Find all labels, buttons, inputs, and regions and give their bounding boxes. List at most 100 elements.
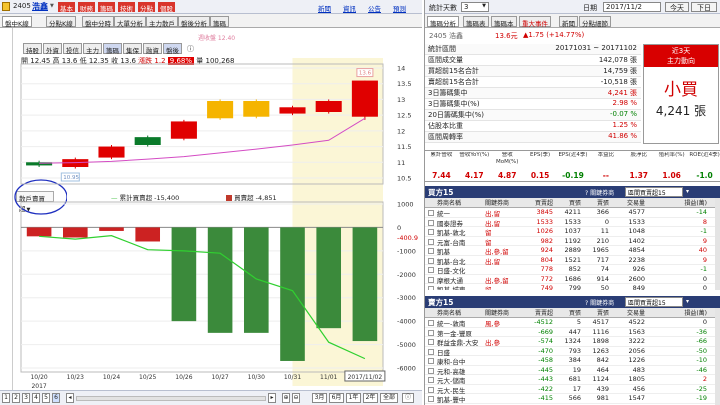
tab-chip-table[interactable]: 籌碼表 [463,16,489,28]
row-checkbox[interactable] [428,386,434,393]
row-checkbox[interactable] [428,348,434,355]
table-row[interactable]: 凱基-敦北留 1026 1037 11 1048 -1 [425,227,715,237]
sell-range-select[interactable]: 區間買賣超15 [625,297,683,307]
date-field[interactable]: 2017/11/2 [603,2,661,12]
broker-name[interactable]: 國泰證券 [437,218,483,228]
tab-chips[interactable]: 籌碼 [210,16,229,28]
btn-tech[interactable]: 技術 [118,2,135,13]
row-checkbox[interactable] [428,229,434,235]
row-checkbox[interactable] [428,320,434,326]
table-row[interactable]: 群益金鼎-大安 出,參 -574 1324 1898 3222 -66 [425,337,715,347]
scrollbar[interactable] [76,396,266,401]
page-1[interactable]: 1 [2,393,10,403]
page-4[interactable]: 4 [32,393,40,403]
broker-name[interactable]: 群益金鼎-大安 [437,337,483,347]
zoom-out-icon[interactable]: ⊖ [292,393,300,403]
tab-big-order[interactable]: 大單分析 [114,16,146,28]
btn-chips[interactable]: 籌碼 [98,2,115,13]
buy-scrollbar[interactable] [715,198,720,290]
tab-chip-analysis[interactable]: 籌碼分析 [427,16,459,28]
tab-main-retail[interactable]: 主力散戶 [146,16,178,28]
btn-stock[interactable]: 個股 [158,2,175,13]
table-row[interactable]: 元和-高雄 -445 19 464 483 -46 [425,366,715,376]
table-row[interactable]: 凱基 出,參,留 924 2889 1965 4854 40 [425,246,715,256]
table-row[interactable]: 元大-民生 -422 17 439 456 -25 [425,385,715,395]
row-checkbox[interactable] [428,276,434,283]
broker-name[interactable]: 凱基-台北 [437,256,483,266]
tab-branch-detail[interactable]: 分點細節 [579,16,611,28]
sell-key-broker-toggle[interactable]: ? 關鍵券商 [585,298,614,307]
stat-days-select[interactable]: 3 ▼ [461,2,489,12]
table-row[interactable]: 凱基-城東留 749 799 50 849 0 [425,284,715,290]
page-6[interactable]: 6 [52,393,60,403]
sell-scrollbar[interactable] [715,308,720,405]
row-checkbox[interactable] [428,238,434,245]
table-row[interactable]: 元大-儲南 -443 681 1124 1805 2 [425,375,715,385]
row-checkbox[interactable] [428,248,434,254]
table-row[interactable]: 元富-台南留 982 1192 210 1402 9 [425,237,715,247]
scroll-right-icon[interactable]: ▸ [268,393,276,403]
buy-expand-icon[interactable]: ▾ [686,188,689,195]
broker-name[interactable]: 元和-高雄 [437,366,483,376]
range-6m[interactable]: 6月 [329,393,344,403]
tab-intraday-k[interactable]: 盤中K線 [2,16,32,28]
table-row[interactable]: 國泰證券 出,留 1533 1533 0 1533 8 [425,218,715,228]
tab-intraday-time[interactable]: 盤中分時 [82,16,114,28]
broker-name[interactable]: 統一-敦南 [437,318,483,328]
table-row[interactable]: 康和-台中 -458 384 842 1226 -10 [425,356,715,366]
row-checkbox[interactable] [428,329,434,336]
menu-icon[interactable] [2,2,10,11]
zoom-in-icon[interactable]: ⊕ [282,393,290,403]
broker-name[interactable]: 第一金-豐原 [437,328,483,338]
page-3[interactable]: 3 [22,393,30,403]
broker-name[interactable]: 凱基-豐中 [437,394,483,404]
scroll-left-icon[interactable]: ◂ [66,393,74,403]
row-checkbox[interactable] [428,219,434,226]
range-1y[interactable]: 1年 [346,393,361,403]
table-row[interactable]: 摩根大通 出,參,留 772 1686 914 2600 0 [425,275,715,285]
row-checkbox[interactable] [428,257,434,264]
buy-range-select[interactable]: 區間買賣超15 [625,187,683,197]
tab-news[interactable]: 新聞 [559,16,578,28]
broker-name[interactable]: 日盛-文化 [437,265,483,275]
row-checkbox[interactable] [428,267,434,273]
broker-name[interactable]: 凱基-城東 [437,284,483,290]
link-forecast[interactable]: 預測 [393,3,406,13]
table-row[interactable]: 凱基-台北 出,留 804 1521 717 2238 9 [425,256,715,266]
broker-name[interactable]: 元富-台南 [437,237,483,247]
row-checkbox[interactable] [428,286,434,290]
page-5[interactable]: 5 [42,393,50,403]
row-checkbox[interactable] [428,367,434,374]
table-row[interactable]: 日盛 -470 793 1263 2056 -50 [425,347,715,357]
row-checkbox[interactable] [428,377,434,383]
link-info[interactable]: 資訊 [343,3,356,13]
row-checkbox[interactable] [428,210,434,216]
sell-expand-icon[interactable]: ▾ [686,298,689,305]
broker-name[interactable]: 元大-儲南 [437,375,483,385]
table-row[interactable]: 第一金-豐原 -669 447 1116 1563 -36 [425,328,715,338]
page-2[interactable]: 2 [12,393,20,403]
link-announce[interactable]: 公告 [368,3,381,13]
broker-name[interactable]: 統一 [437,208,483,218]
table-row[interactable]: 統一-敦南 風,參 -4512 5 4517 4522 0 [425,318,715,328]
range-2y[interactable]: 2年 [363,393,378,403]
footer-info-icon[interactable]: ⓘ [402,393,414,403]
table-row[interactable]: 統一 出,留 3845 4211 366 4577 -14 [425,208,715,218]
btn-next-day[interactable]: 下日 [691,2,717,12]
broker-name[interactable]: 凱基-敦北 [437,227,483,237]
btn-finance[interactable]: 財務 [78,2,95,13]
tab-chip-book[interactable]: 籌碼本 [491,16,517,28]
table-row[interactable]: 日盛-文化 778 852 74 926 -1 [425,265,715,275]
range-all[interactable]: 全部 [380,393,398,403]
broker-name[interactable]: 日盛 [437,347,483,357]
btn-basic[interactable]: 基本 [58,2,75,13]
broker-name[interactable]: 摩根大通 [437,275,483,285]
broker-name[interactable]: 康和-台中 [437,356,483,366]
row-checkbox[interactable] [428,396,434,402]
row-checkbox[interactable] [428,339,434,345]
btn-today[interactable]: 今天 [665,2,689,12]
stock-code[interactable]: 2405 [13,2,31,10]
tab-major-events[interactable]: 重大事件 [519,16,551,28]
range-3m[interactable]: 3月 [312,393,327,403]
row-checkbox[interactable] [428,358,434,364]
